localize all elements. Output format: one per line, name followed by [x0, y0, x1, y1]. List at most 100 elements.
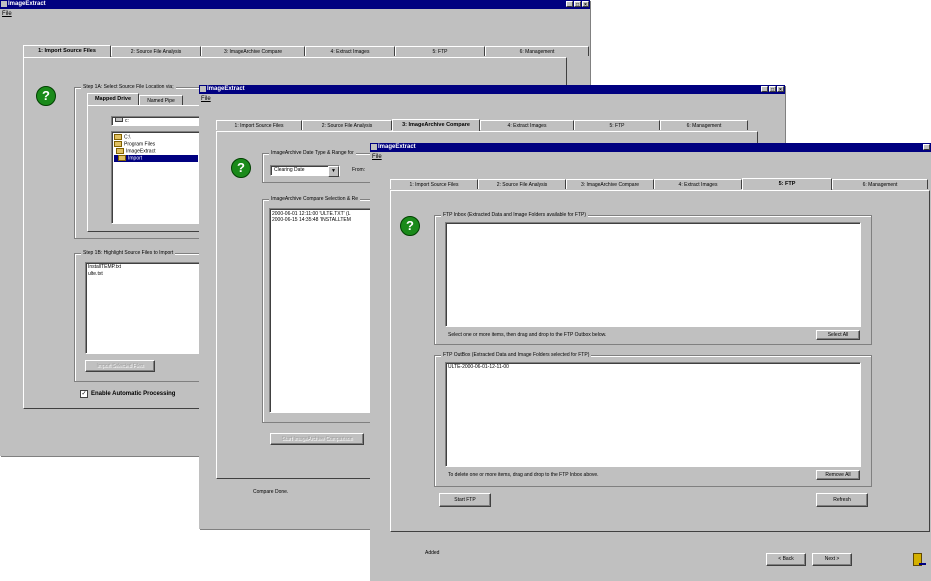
- source-file-list[interactable]: InstallTEMP.txt ulte.txt: [85, 262, 205, 354]
- tab-import-source-files[interactable]: 1: Import Source Files: [216, 120, 302, 130]
- tab-imagearchive-compare[interactable]: 3: ImageArchive Compare: [392, 119, 480, 131]
- window-title: ImageExtract: [207, 86, 245, 92]
- status-text: Compare Done.: [253, 489, 289, 495]
- maximize-button[interactable]: □: [574, 1, 581, 8]
- ftp-inbox-list[interactable]: [445, 222, 861, 327]
- window-title: ImageExtract: [8, 1, 46, 7]
- tab-imagearchive-compare[interactable]: 3: ImageArchive Compare: [566, 179, 654, 189]
- tab-imagearchive-compare[interactable]: 3: ImageArchive Compare: [201, 46, 305, 56]
- folder-open-icon: [114, 134, 122, 140]
- step1b-label: Step 1B: Highlight Source Files to Impor…: [81, 250, 176, 257]
- window-ftp: ImageExtract _ File 1: Import Source Fil…: [370, 143, 931, 581]
- list-item[interactable]: ulte.txt: [88, 271, 202, 278]
- refresh-button[interactable]: Refresh: [816, 493, 868, 507]
- window-title: ImageExtract: [378, 144, 416, 150]
- app-icon: [371, 144, 377, 150]
- door-arrow: [919, 563, 926, 565]
- tab-extract-images[interactable]: 4: Extract Images: [480, 120, 574, 130]
- step1a-label: Step 1A: Select Source File Location via…: [81, 84, 176, 91]
- import-selected-files-button[interactable]: Import Selected Files: [85, 360, 155, 372]
- menu-file[interactable]: File: [201, 96, 211, 102]
- folder-item[interactable]: C:\: [114, 134, 198, 141]
- title-bar[interactable]: ImageExtract _ □ ×: [199, 85, 785, 94]
- back-button[interactable]: < Back: [766, 553, 806, 566]
- tab-source-file-analysis[interactable]: 2: Source File Analysis: [478, 179, 566, 189]
- folder-tree[interactable]: C:\ Program Files ImageExtract Import: [111, 131, 201, 224]
- minimize-button[interactable]: _: [566, 1, 573, 8]
- menu-bar: File: [0, 10, 12, 18]
- list-item[interactable]: ULTE-2000-06-01-12-11-00: [448, 364, 858, 371]
- folder-item[interactable]: Program Files: [114, 141, 198, 148]
- auto-processing-checkbox[interactable]: ✓ Enable Automatic Processing: [80, 390, 175, 398]
- folder-item-selected[interactable]: Import: [114, 155, 198, 162]
- tab-import-source-files[interactable]: 1: Import Source Files: [23, 45, 111, 57]
- tab-management[interactable]: 6: Management: [660, 120, 748, 130]
- remove-all-button[interactable]: Remove All: [816, 470, 860, 480]
- subtab-named-pipe[interactable]: Named Pipe: [139, 95, 183, 105]
- tab-import-source-files[interactable]: 1: Import Source Files: [390, 179, 478, 189]
- tab-ftp[interactable]: 5: FTP: [395, 46, 485, 56]
- folder-label: Import: [128, 155, 143, 162]
- ftp-inbox-label: FTP Inbox (Extracted Data and Image Fold…: [441, 212, 589, 219]
- close-button[interactable]: ×: [777, 86, 784, 93]
- tab-source-file-analysis[interactable]: 2: Source File Analysis: [302, 120, 392, 130]
- minimize-button[interactable]: _: [761, 86, 768, 93]
- app-icon: [1, 1, 7, 7]
- menu-file[interactable]: File: [372, 154, 382, 160]
- tab-ftp[interactable]: 5: FTP: [574, 120, 660, 130]
- menu-bar: File: [370, 153, 382, 161]
- tab-source-file-analysis[interactable]: 2: Source File Analysis: [111, 46, 201, 56]
- tab-management[interactable]: 6: Management: [485, 46, 589, 56]
- menu-bar: File: [199, 95, 211, 103]
- tab-extract-images[interactable]: 4: Extract Images: [305, 46, 395, 56]
- folder-label: ImageExtract: [126, 148, 156, 155]
- status-text: Added: [425, 550, 440, 556]
- ftp-inbox-hint: Select one or more items, then drag and …: [448, 332, 607, 338]
- list-item[interactable]: 2000-06-15 14:35:48 'INSTALLTEM: [272, 217, 371, 224]
- start-ftp-button[interactable]: Start FTP: [439, 493, 491, 507]
- folder-open-icon: [114, 141, 122, 147]
- compare-list[interactable]: 2000-06-01 12:11:00 'ULTE.TXT' (L 2000-0…: [269, 208, 374, 413]
- date-type-select[interactable]: Clearing Date ▼: [270, 165, 340, 177]
- exit-door-icon[interactable]: [913, 553, 926, 566]
- folder-label: Program Files: [124, 141, 156, 148]
- ftp-outbox-label: FTP OutBox (Extracted Data and Image Fol…: [441, 352, 592, 359]
- list-item[interactable]: InstallTEMP.txt: [88, 264, 202, 271]
- folder-item[interactable]: ImageExtract: [114, 148, 198, 155]
- next-button[interactable]: Next >: [812, 553, 852, 566]
- tab-extract-images[interactable]: 4: Extract Images: [654, 179, 742, 189]
- tab-strip: 1: Import Source Files 2: Source File An…: [23, 45, 589, 57]
- help-icon[interactable]: ?: [400, 216, 420, 236]
- tab-ftp[interactable]: 5: FTP: [742, 178, 832, 190]
- folder-open-icon: [118, 155, 126, 161]
- compare-label: ImageArchive Compare Selection & Re: [269, 196, 360, 203]
- date-type-value: Clearing Date: [274, 167, 305, 173]
- dropdown-arrow-icon[interactable]: ▼: [328, 166, 339, 177]
- tab-strip: 1: Import Source Files 2: Source File An…: [216, 119, 748, 131]
- help-icon[interactable]: ?: [36, 86, 56, 106]
- tab-management[interactable]: 6: Management: [832, 179, 928, 189]
- from-label: From:: [352, 167, 366, 173]
- drive-select[interactable]: c:: [111, 116, 201, 126]
- title-bar[interactable]: ImageExtract _: [370, 143, 931, 152]
- title-bar[interactable]: ImageExtract _ □ ×: [0, 0, 590, 9]
- drive-value: c:: [125, 118, 129, 124]
- maximize-button[interactable]: □: [769, 86, 776, 93]
- select-all-button[interactable]: Select All: [816, 330, 860, 340]
- app-icon: [200, 86, 206, 92]
- drive-icon: [115, 117, 123, 122]
- date-range-label: ImageArchive Date Type & Range for: [269, 150, 356, 157]
- close-button[interactable]: ×: [582, 1, 589, 8]
- menu-file[interactable]: File: [2, 11, 12, 17]
- tab-strip: 1: Import Source Files 2: Source File An…: [390, 178, 928, 190]
- minimize-button[interactable]: _: [923, 144, 930, 151]
- ftp-outbox-hint: To delete one or more items, drag and dr…: [448, 472, 599, 478]
- subtab-mapped-drive[interactable]: Mapped Drive: [87, 93, 139, 105]
- checkbox-box[interactable]: ✓: [80, 390, 88, 398]
- start-comparison-button[interactable]: Start ImageArchive Comparison: [270, 433, 364, 445]
- folder-open-icon: [116, 148, 124, 154]
- folder-label: C:\: [124, 134, 131, 141]
- ftp-outbox-list[interactable]: ULTE-2000-06-01-12-11-00: [445, 362, 861, 467]
- checkbox-label: Enable Automatic Processing: [91, 391, 176, 397]
- help-icon[interactable]: ?: [231, 158, 251, 178]
